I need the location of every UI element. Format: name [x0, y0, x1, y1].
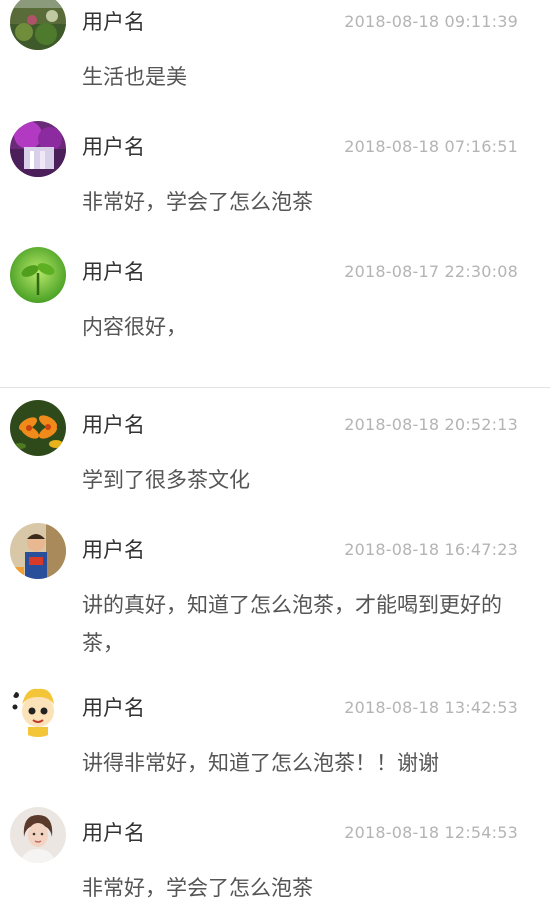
- comment-text: 非常好，学会了怎么泡茶: [82, 876, 313, 900]
- comment-timestamp: 2018-08-18 13:42:53: [344, 698, 518, 717]
- purple-waterfall-avatar[interactable]: [10, 121, 66, 177]
- username[interactable]: 用户名: [82, 134, 145, 160]
- orange-lily-avatar[interactable]: [10, 400, 66, 456]
- comment-text: 讲的真好，知道了怎么泡茶，才能喝到更好的茶，: [82, 593, 502, 655]
- section-divider: [0, 387, 550, 388]
- comment-text: 非常好，学会了怎么泡茶: [82, 190, 313, 214]
- comment-text: 学到了很多茶文化: [82, 468, 250, 492]
- comment-text: 生活也是美: [82, 65, 187, 89]
- comment-text: 内容很好，: [82, 315, 187, 339]
- username[interactable]: 用户名: [82, 695, 145, 721]
- comment-timestamp: 2018-08-18 20:52:13: [344, 415, 518, 434]
- green-sprout-avatar[interactable]: [10, 247, 66, 303]
- child-photo-avatar[interactable]: [10, 523, 66, 579]
- comment-timestamp: 2018-08-18 09:11:39: [344, 12, 518, 31]
- username[interactable]: 用户名: [82, 259, 145, 285]
- comment-timestamp: 2018-08-18 07:16:51: [344, 137, 518, 156]
- cartoon-character-avatar[interactable]: [10, 681, 66, 737]
- username[interactable]: 用户名: [82, 820, 145, 846]
- username[interactable]: 用户名: [82, 9, 145, 35]
- garden-plants-avatar[interactable]: [10, 0, 66, 50]
- username[interactable]: 用户名: [82, 537, 145, 563]
- comment-timestamp: 2018-08-18 16:47:23: [344, 540, 518, 559]
- comment-timestamp: 2018-08-17 22:30:08: [344, 262, 518, 281]
- woman-portrait-avatar[interactable]: [10, 807, 66, 863]
- comment-timestamp: 2018-08-18 12:54:53: [344, 823, 518, 842]
- username[interactable]: 用户名: [82, 412, 145, 438]
- comment-text: 讲得非常好，知道了怎么泡茶！！谢谢: [82, 751, 439, 775]
